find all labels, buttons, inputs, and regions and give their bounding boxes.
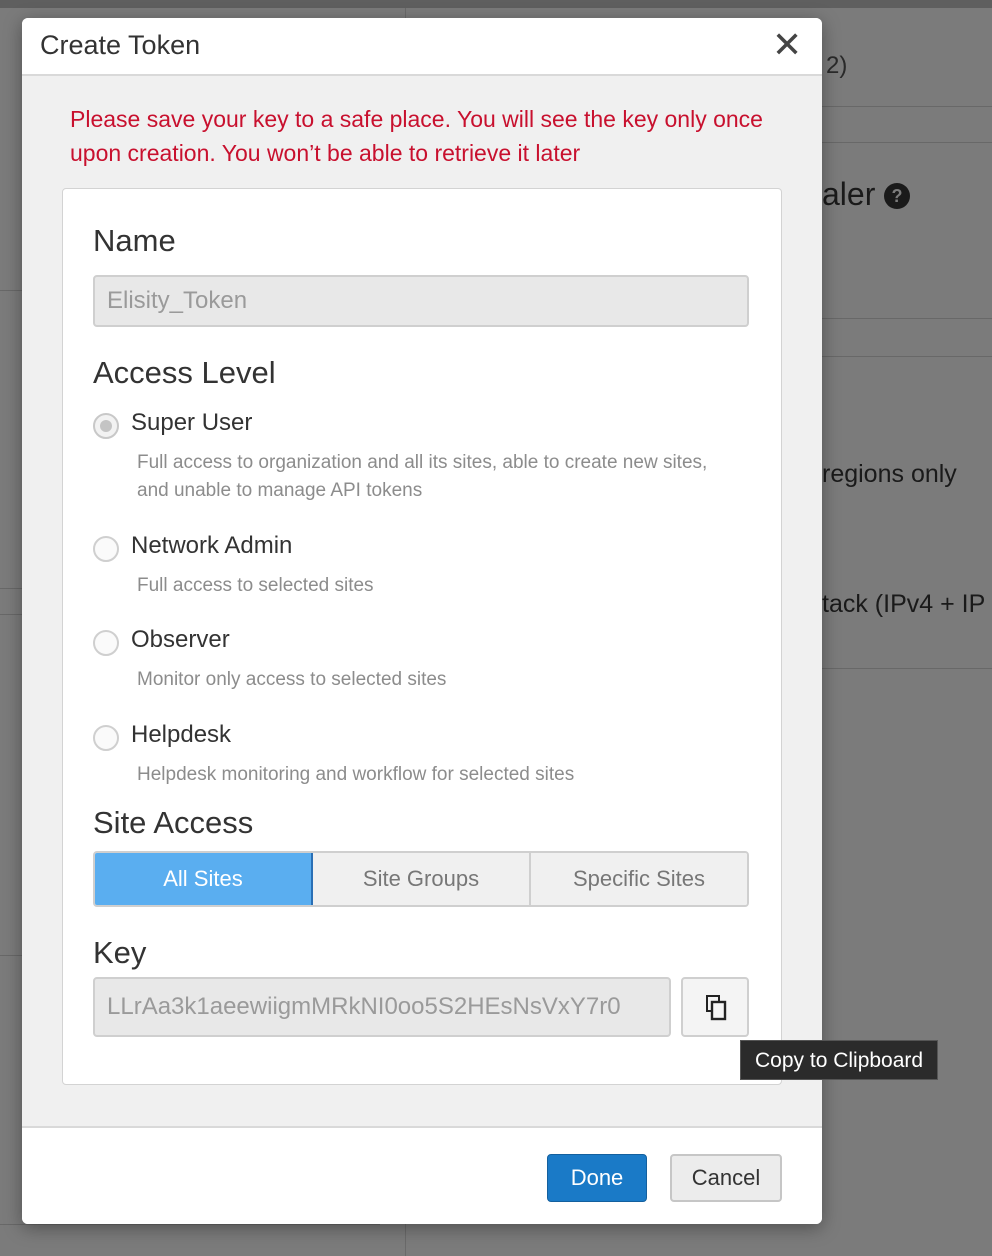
help-icon: ? bbox=[884, 183, 910, 209]
site-access-segmented-control: All Sites Site Groups Specific Sites bbox=[93, 851, 749, 907]
radio-description: Full access to organization and all its … bbox=[137, 452, 708, 501]
access-level-label: Access Level bbox=[93, 355, 276, 390]
radio-label: Super User bbox=[131, 409, 253, 436]
background-divider bbox=[0, 955, 22, 956]
radio-button[interactable] bbox=[93, 630, 119, 656]
token-form-card: Name Elisity_Token Access Level Super Us… bbox=[62, 188, 782, 1085]
copy-tooltip: Copy to Clipboard bbox=[740, 1040, 939, 1080]
dialog-title: Create Token bbox=[40, 30, 201, 60]
radio-description: Monitor only access to selected sites bbox=[137, 669, 447, 690]
background-divider bbox=[822, 356, 992, 357]
background-divider bbox=[822, 668, 992, 669]
background-text: tack (IPv4 + IP bbox=[822, 590, 986, 618]
close-icon[interactable]: ✕ bbox=[772, 27, 802, 63]
radio-description: Full access to selected sites bbox=[137, 575, 374, 596]
background-text: regions only bbox=[822, 460, 957, 488]
name-label: Name bbox=[93, 223, 176, 258]
background-divider bbox=[0, 1224, 380, 1225]
background-divider bbox=[822, 142, 992, 143]
copy-button[interactable] bbox=[681, 977, 749, 1037]
background-divider bbox=[0, 290, 22, 291]
background-divider bbox=[822, 318, 992, 319]
done-button[interactable]: Done bbox=[547, 1154, 647, 1202]
background-divider bbox=[822, 106, 992, 107]
background-top-bar bbox=[0, 0, 992, 8]
segment-specific-sites[interactable]: Specific Sites bbox=[531, 853, 747, 905]
segment-site-groups[interactable]: Site Groups bbox=[313, 853, 531, 905]
warning-message: Please save your key to a safe place. Yo… bbox=[70, 106, 763, 166]
background-heading: aler bbox=[822, 176, 876, 212]
name-input[interactable]: Elisity_Token bbox=[93, 275, 749, 327]
key-input[interactable]: LLrAa3k1aeewiigmMRkNI0oo5S2HEsNsVxY7r0 bbox=[93, 977, 671, 1037]
site-access-label: Site Access bbox=[93, 805, 254, 840]
dialog-footer: Done Cancel bbox=[22, 1126, 822, 1224]
background-divider bbox=[0, 588, 22, 589]
radio-button[interactable] bbox=[93, 725, 119, 751]
create-token-dialog: Create Token ✕ Please save your key to a… bbox=[22, 18, 822, 1224]
radio-label: Network Admin bbox=[131, 532, 293, 559]
radio-button[interactable] bbox=[93, 413, 119, 439]
background-text: 2) bbox=[826, 52, 848, 79]
radio-button[interactable] bbox=[93, 536, 119, 562]
cancel-button[interactable]: Cancel bbox=[670, 1154, 782, 1202]
radio-label: Helpdesk bbox=[131, 721, 232, 748]
radio-label: Observer bbox=[131, 626, 230, 653]
copy-icon bbox=[706, 995, 727, 1021]
key-label: Key bbox=[93, 935, 147, 970]
background-divider bbox=[0, 614, 22, 615]
dialog-header: Create Token ✕ bbox=[22, 18, 822, 76]
radio-description: Helpdesk monitoring and workflow for sel… bbox=[137, 764, 575, 785]
segment-all-sites[interactable]: All Sites bbox=[95, 853, 313, 905]
